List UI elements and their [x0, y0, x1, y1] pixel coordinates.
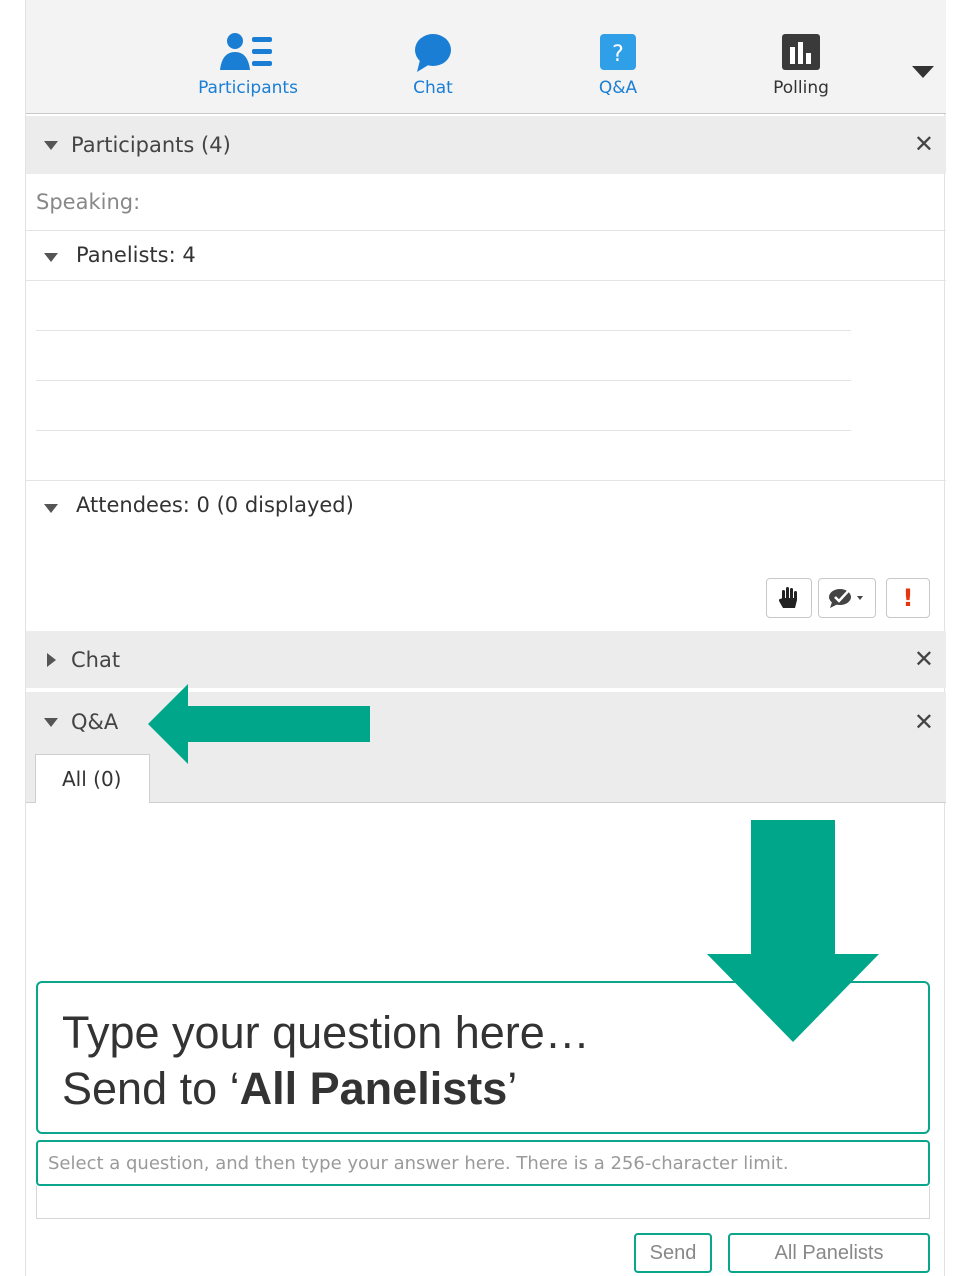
panelists-label: Panelists: 4	[76, 243, 196, 267]
panelist-row[interactable]	[26, 431, 946, 481]
collapse-triangle-icon[interactable]	[44, 504, 58, 513]
panelist-row[interactable]	[36, 281, 851, 331]
alert-button[interactable]: !	[886, 578, 930, 618]
close-qa-icon[interactable]: ✕	[914, 710, 934, 734]
callout-suffix: ’	[507, 1063, 518, 1114]
speaking-label: Speaking:	[36, 190, 141, 214]
recipient-select[interactable]: All Panelists	[728, 1233, 930, 1273]
chat-title: Chat	[71, 648, 121, 672]
attendees-label: Attendees: 0 (0 displayed)	[76, 493, 354, 517]
raise-hand-icon	[779, 587, 797, 608]
chevron-down-icon[interactable]	[912, 66, 934, 78]
tab-participants-label: Participants	[198, 78, 298, 98]
bar-chart-icon	[782, 34, 820, 70]
answer-input-base	[36, 1186, 930, 1219]
tab-chat[interactable]: Chat	[363, 32, 503, 98]
callout-prefix: Send to ‘	[62, 1063, 240, 1114]
question-icon: ?	[600, 34, 636, 70]
tab-participants[interactable]: Participants	[178, 32, 318, 98]
collapse-triangle-icon[interactable]	[44, 253, 58, 262]
close-participants-icon[interactable]: ✕	[914, 132, 934, 156]
tab-polling-label: Polling	[773, 78, 829, 98]
tab-qa[interactable]: ? Q&A	[548, 32, 688, 98]
tab-chat-label: Chat	[413, 78, 453, 98]
speaking-row: Speaking:	[26, 174, 946, 231]
send-button[interactable]: Send	[634, 1233, 712, 1273]
tab-all-label: All (0)	[62, 767, 122, 791]
tab-polling[interactable]: Polling	[731, 32, 871, 98]
participants-header[interactable]: Participants (4) ✕	[26, 116, 946, 174]
panelist-row[interactable]	[36, 381, 851, 431]
webinar-panel: Participants Chat ? Q&A Polling Particip…	[25, 0, 946, 1276]
feedback-dropdown-button[interactable]	[818, 578, 876, 618]
tab-all-questions[interactable]: All (0)	[35, 754, 150, 803]
participants-title: Participants (4)	[71, 133, 231, 157]
panelist-row[interactable]	[36, 331, 851, 381]
answer-input[interactable]	[36, 1140, 930, 1186]
panelists-row[interactable]: Panelists: 4	[26, 231, 946, 281]
down-arrow-annotation	[707, 820, 879, 1042]
callout-line-2: Send to ‘All Panelists’	[62, 1061, 928, 1117]
tab-qa-label: Q&A	[598, 78, 638, 98]
left-arrow-annotation	[148, 684, 370, 764]
callout-bold: All Panelists	[239, 1063, 508, 1114]
collapse-triangle-icon[interactable]	[44, 141, 58, 150]
panel-toolbar: Participants Chat ? Q&A Polling	[26, 0, 946, 114]
qa-title: Q&A	[71, 710, 119, 734]
close-chat-icon[interactable]: ✕	[914, 647, 934, 671]
participants-icon	[220, 33, 272, 70]
chat-header[interactable]: Chat ✕	[26, 631, 946, 688]
alert-icon: !	[902, 584, 914, 612]
collapse-triangle-icon[interactable]	[44, 718, 58, 727]
feedback-icon	[829, 587, 863, 608]
expand-triangle-icon[interactable]	[47, 653, 56, 667]
raise-hand-button[interactable]	[766, 578, 812, 618]
chat-bubble-icon	[415, 34, 451, 72]
svg-text:?: ?	[612, 42, 624, 67]
